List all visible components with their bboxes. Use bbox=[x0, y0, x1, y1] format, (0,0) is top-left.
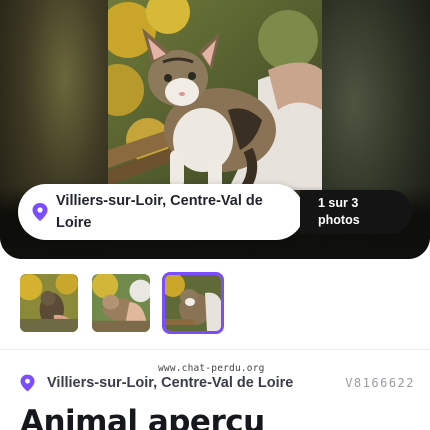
reference-id: V8166622 bbox=[345, 376, 415, 390]
thumbnail-2-image bbox=[92, 274, 150, 332]
map-pin-icon bbox=[32, 203, 48, 221]
thumbnail-3-image bbox=[165, 275, 221, 331]
thumbnail-1[interactable] bbox=[18, 272, 80, 334]
thumbnail-strip bbox=[18, 272, 224, 334]
thumbnail-2[interactable] bbox=[90, 272, 152, 334]
hero-location-pill[interactable]: Villiers-sur-Loir, Centre-Val de Loire bbox=[18, 184, 304, 240]
map-pin-icon bbox=[20, 374, 35, 392]
cat-photo-image bbox=[108, 0, 322, 190]
page-title: Animal aperçu bbox=[20, 404, 265, 430]
info-location-text: Villiers-sur-Loir, Centre-Val de Loire bbox=[47, 375, 294, 391]
section-divider bbox=[0, 349, 430, 350]
hero-photo[interactable] bbox=[108, 0, 322, 190]
listing-page: Villiers-sur-Loir, Centre-Val de Loire 1… bbox=[0, 0, 430, 430]
info-location-row: Villiers-sur-Loir, Centre-Val de Loire V… bbox=[20, 372, 415, 394]
thumbnail-3-selected[interactable] bbox=[162, 272, 224, 334]
hero-location-text: Villiers-sur-Loir, Centre-Val de Loire bbox=[56, 193, 263, 231]
photo-counter-text: 1 sur 3 photos bbox=[318, 196, 360, 227]
thumbnail-1-image bbox=[20, 274, 78, 332]
photo-counter-pill[interactable]: 1 sur 3 photos bbox=[300, 190, 412, 234]
